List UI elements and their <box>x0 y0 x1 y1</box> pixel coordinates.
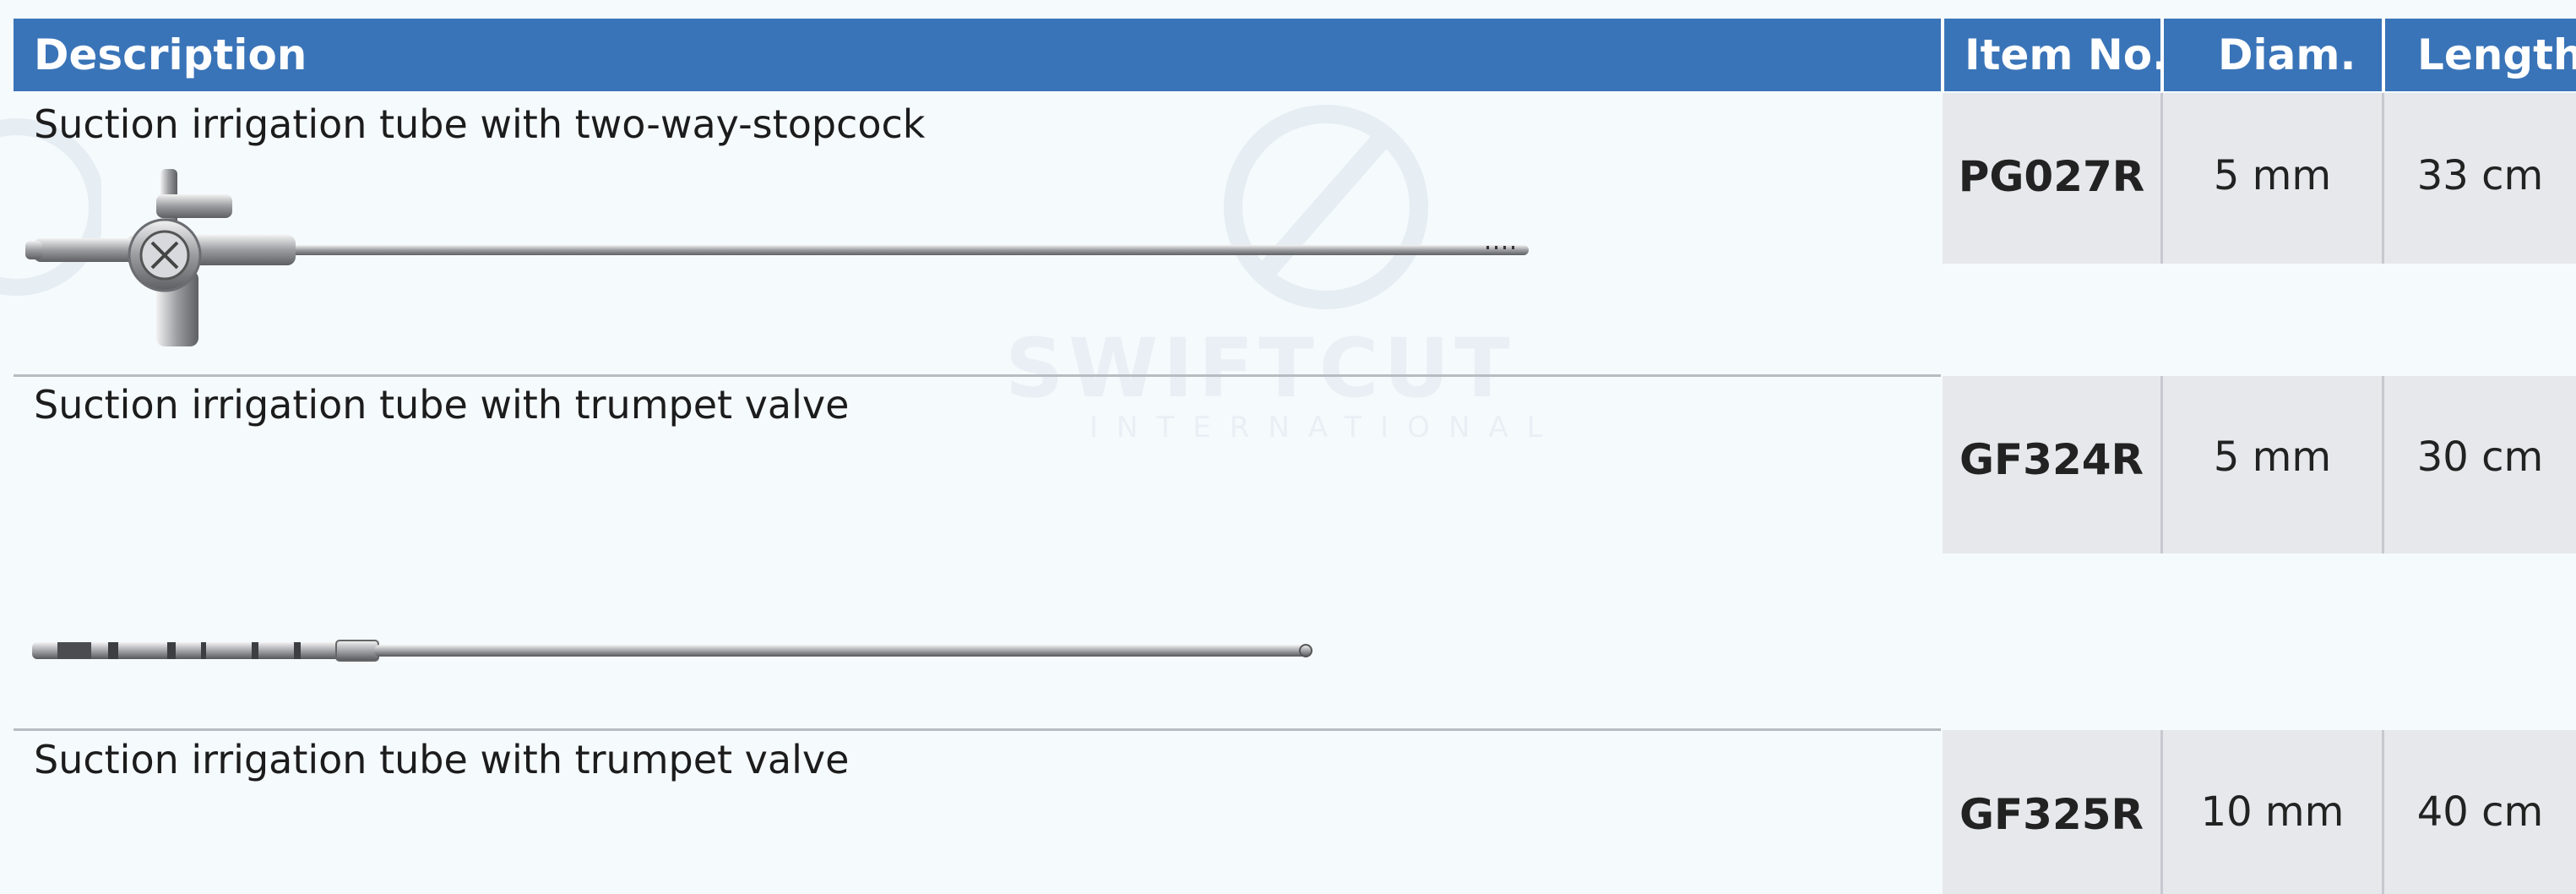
length: 30 cm <box>2416 433 2544 481</box>
length: 33 cm <box>2416 152 2544 199</box>
row-divider <box>14 728 1941 731</box>
item-number: GF325R <box>1959 790 2144 839</box>
row-description: Suction irrigation tube with trumpet val… <box>34 737 850 782</box>
header-length: Length <box>2417 30 2576 79</box>
row-description: Suction irrigation tube with two-way-sto… <box>34 101 926 147</box>
item-number: GF324R <box>1959 435 2144 484</box>
row-description: Suction irrigation tube with trumpet val… <box>34 382 850 428</box>
two-way-stopcock-tube-image <box>25 169 1529 346</box>
trumpet-valve-tube-image <box>32 640 1312 662</box>
item-number: PG027R <box>1958 152 2145 201</box>
header-separator <box>2382 19 2385 91</box>
header-diam: Diam. <box>2218 30 2356 79</box>
row-divider <box>14 374 1941 377</box>
length: 40 cm <box>2416 788 2544 836</box>
table-header: Description Item No. Diam. Length <box>14 19 2576 91</box>
diameter: 10 mm <box>2200 788 2345 836</box>
header-separator <box>2160 19 2164 91</box>
watermark-subtitle: INTERNATIONAL <box>1090 411 1562 444</box>
header-item-no: Item No. <box>1965 30 2169 79</box>
header-description: Description <box>34 30 307 79</box>
diameter: 5 mm <box>2213 433 2332 481</box>
header-separator <box>1941 19 1944 91</box>
diameter: 5 mm <box>2213 152 2332 199</box>
